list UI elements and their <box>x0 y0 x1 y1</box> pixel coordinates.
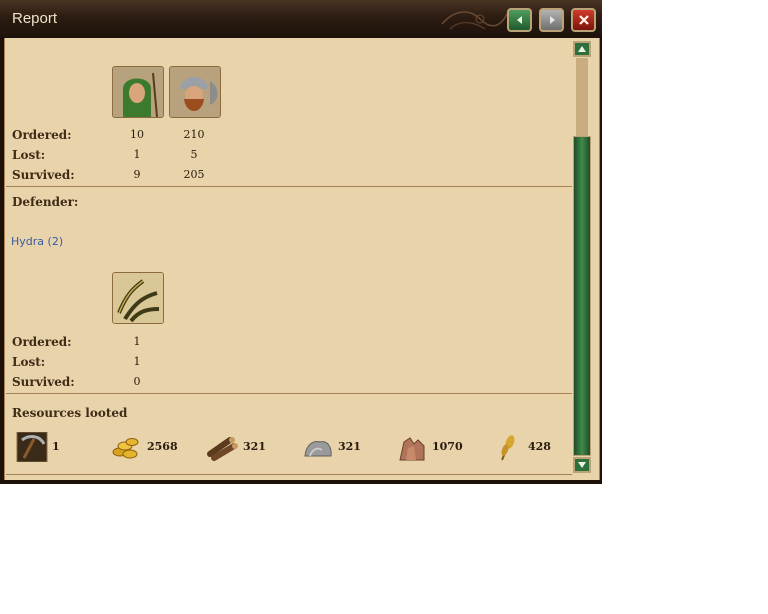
hydra-lost: 1 <box>133 355 141 368</box>
ordered-label: Ordered: <box>12 128 72 142</box>
arrow-down-icon <box>578 462 586 468</box>
defender-ordered-label: Ordered: <box>12 335 72 349</box>
wheat-icon <box>501 435 515 461</box>
wheat-value: 428 <box>528 440 551 453</box>
stone-icon <box>304 441 332 457</box>
gold-value: 2568 <box>147 440 178 453</box>
stone-value: 321 <box>338 440 361 453</box>
lost-label: Lost: <box>12 148 46 162</box>
archer-portrait-icon <box>112 66 164 118</box>
divider <box>6 393 572 394</box>
next-report-button[interactable] <box>539 8 564 32</box>
defender-label: Defender: <box>12 195 79 209</box>
archer-lost: 1 <box>133 148 141 161</box>
window-title: Report <box>12 10 58 27</box>
hydra-portrait-icon <box>112 272 164 324</box>
title-bar: Report <box>0 0 602 39</box>
previous-report-button[interactable] <box>507 8 532 32</box>
pickaxe-icon <box>16 432 48 462</box>
defender-survived-label: Survived: <box>12 375 75 389</box>
axeman-survived: 205 <box>183 168 205 181</box>
axeman-portrait-icon <box>169 66 221 118</box>
report-window: Report Ordered: Lost: Survived: 10 1 9 2… <box>0 0 602 484</box>
hydra-ordered: 1 <box>133 335 141 348</box>
arrow-right-icon <box>549 16 555 24</box>
defender-lost-label: Lost: <box>12 355 46 369</box>
scroll-down-button[interactable] <box>573 457 591 473</box>
defender-name-link[interactable]: Hydra (2) <box>11 235 63 248</box>
divider <box>6 186 572 187</box>
scrollbar-thumb[interactable] <box>573 136 591 456</box>
axeman-ordered: 210 <box>183 128 205 141</box>
ornament-decoration-icon <box>441 11 509 30</box>
ore-value: 1070 <box>432 440 463 453</box>
archer-survived: 9 <box>133 168 141 181</box>
scroll-up-button[interactable] <box>573 41 591 57</box>
archer-ordered: 10 <box>130 128 144 141</box>
ore-icon <box>399 437 425 461</box>
arrow-up-icon <box>578 46 586 52</box>
divider <box>6 474 572 475</box>
survived-label: Survived: <box>12 168 75 182</box>
hydra-survived: 0 <box>133 375 141 388</box>
gold-coins-icon <box>112 438 139 459</box>
pickaxe-value: 1 <box>52 440 60 453</box>
resources-looted-label: Resources looted <box>12 406 128 420</box>
close-button[interactable] <box>571 8 596 32</box>
wood-value: 321 <box>243 440 266 453</box>
close-icon <box>578 15 589 25</box>
axeman-lost: 5 <box>190 148 198 161</box>
arrow-left-icon <box>516 16 522 24</box>
wood-logs-icon <box>207 437 238 461</box>
